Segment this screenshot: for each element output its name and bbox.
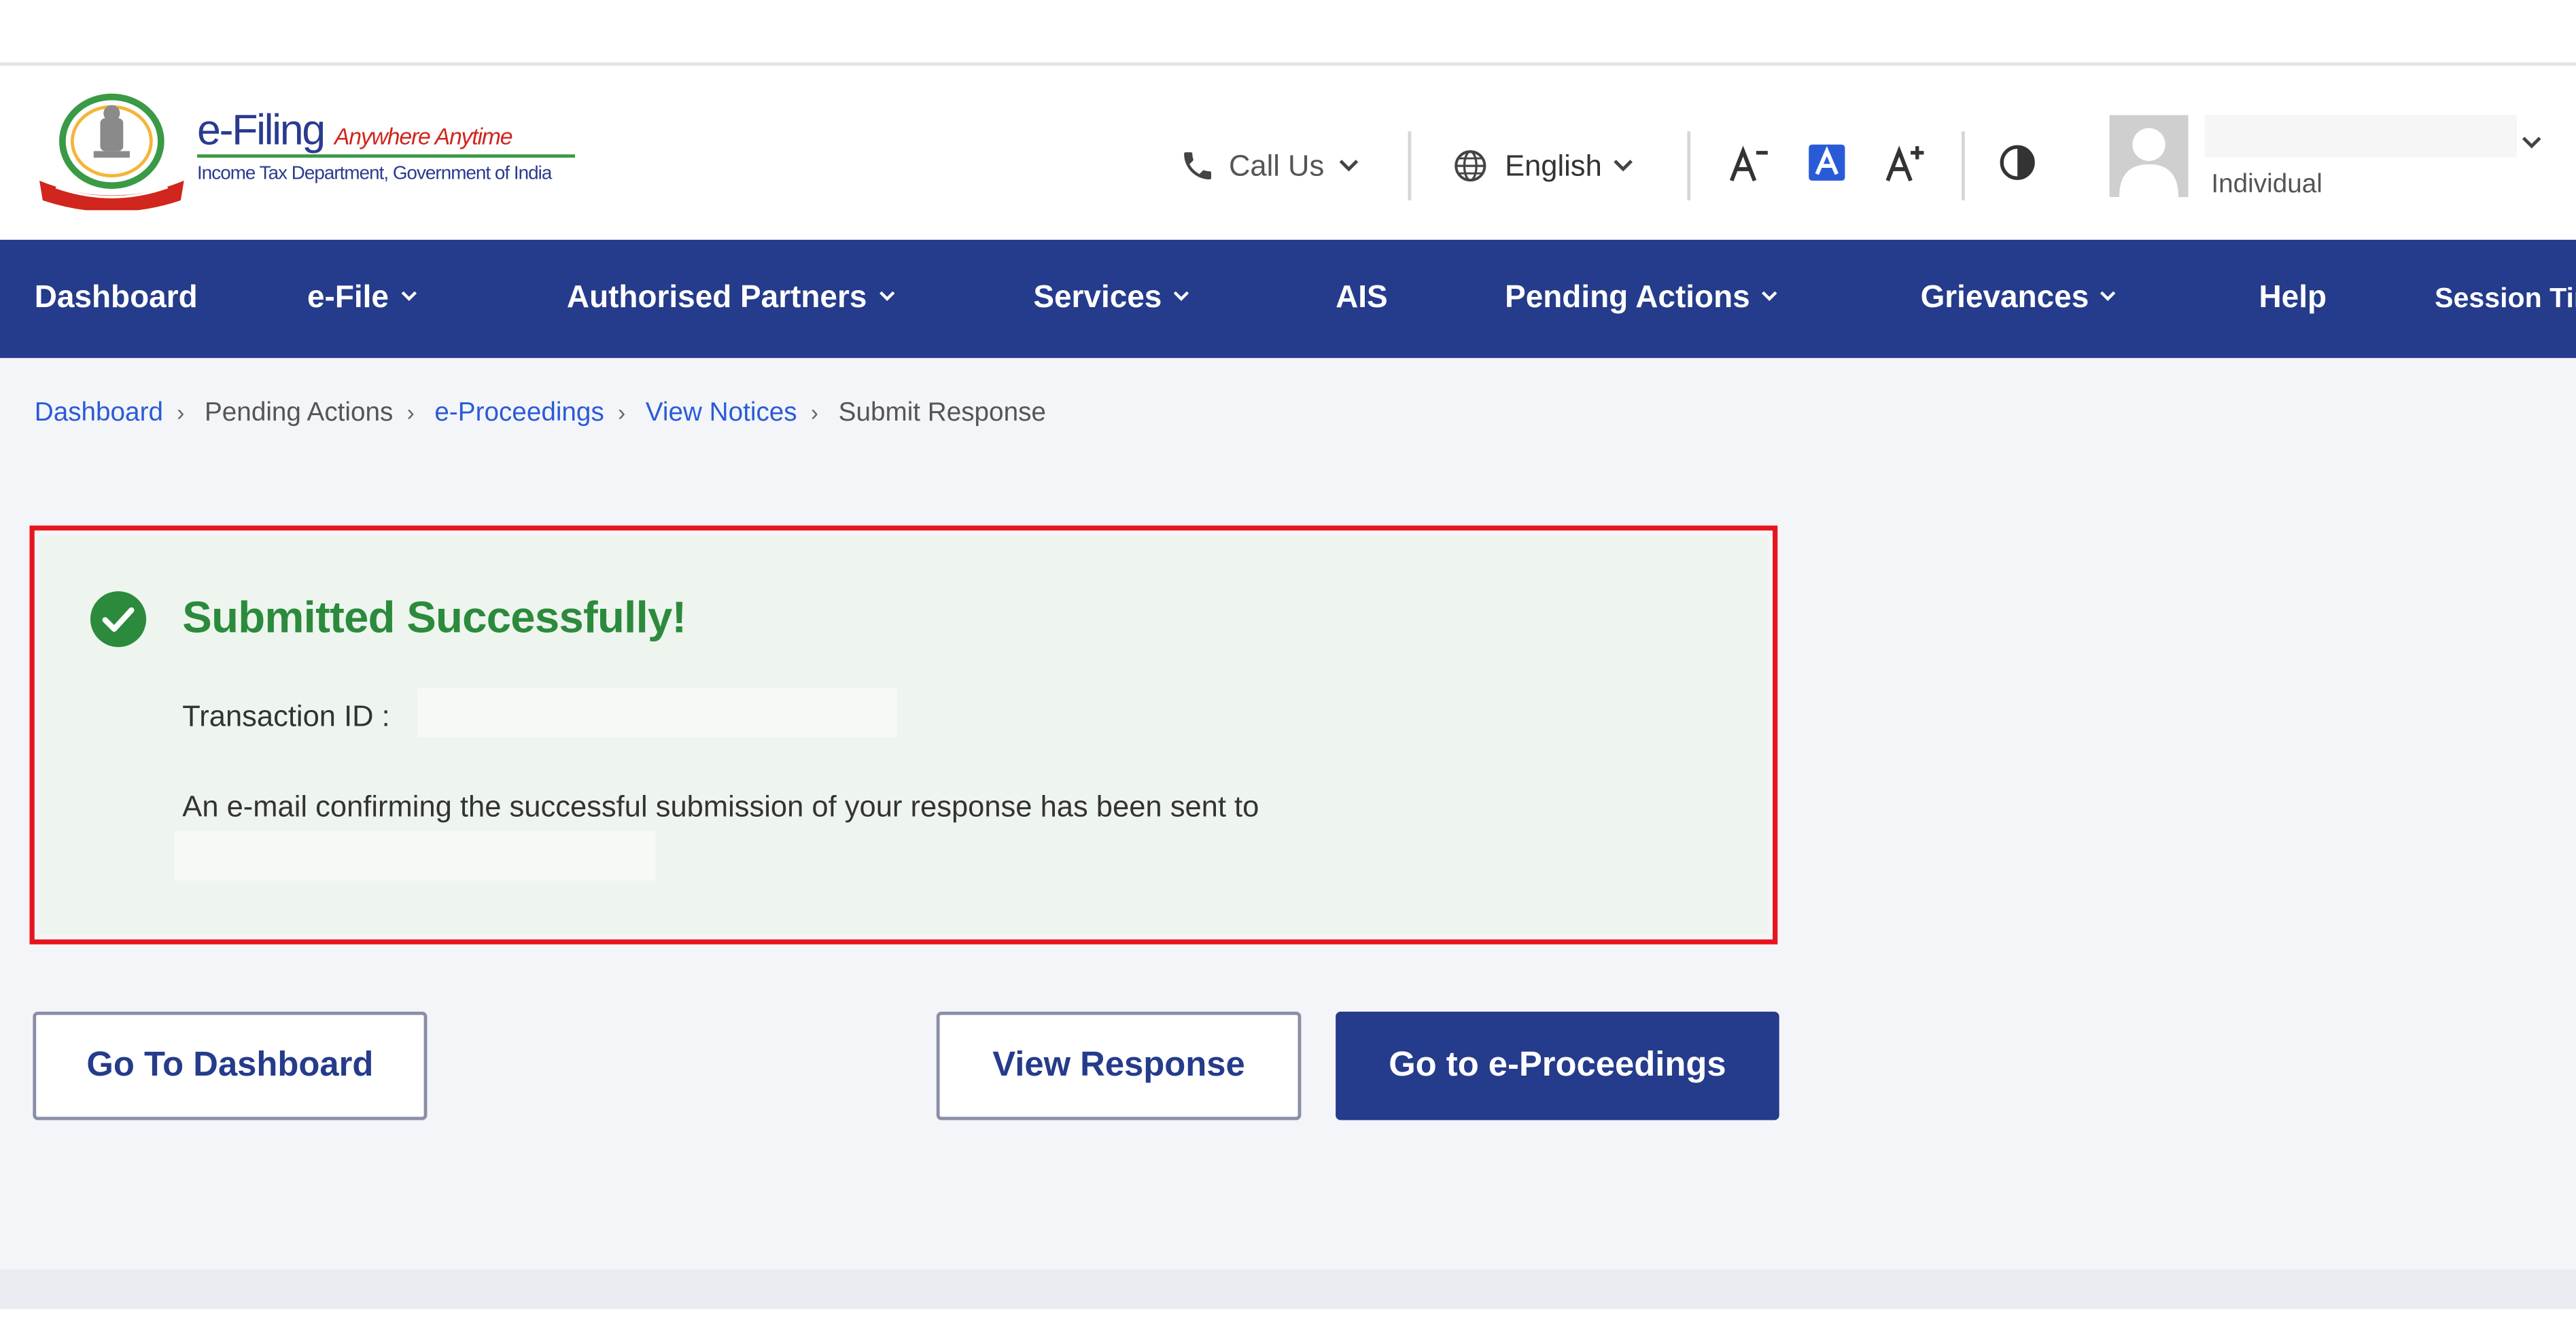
chevron-down-icon — [1614, 160, 1633, 172]
breadcrumb-separator: › — [170, 399, 198, 426]
breadcrumb-separator: › — [400, 399, 428, 426]
transaction-id-value-redacted — [417, 688, 897, 738]
view-response-button[interactable]: View Response — [936, 1011, 1302, 1120]
language-dropdown[interactable]: English — [1452, 141, 1635, 191]
nav-label: Session Tir — [2435, 282, 2576, 314]
user-name-redacted — [2204, 115, 2517, 158]
chevron-down-icon — [1174, 291, 1189, 302]
nav-label: Services — [1033, 281, 1162, 316]
breadcrumb-separator: › — [804, 399, 831, 426]
chevron-down-icon — [400, 291, 417, 302]
avatar-icon — [2109, 115, 2189, 198]
chevron-down-icon — [879, 291, 894, 302]
logo-tagline: Anywhere Anytime — [334, 123, 513, 149]
nav-services[interactable]: Services — [1033, 240, 1191, 358]
logo-underline — [197, 154, 575, 158]
default-font-icon[interactable] — [1809, 144, 1845, 181]
breadcrumb-view-notices[interactable]: View Notices — [646, 399, 797, 427]
go-to-e-proceedings-button[interactable]: Go to e-Proceedings — [1336, 1011, 1779, 1120]
header-separator — [1962, 131, 1965, 200]
breadcrumb-dashboard[interactable]: Dashboard — [35, 399, 163, 427]
nav-help[interactable]: Help — [2259, 240, 2327, 358]
breadcrumb-e-proceedings[interactable]: e-Proceedings — [434, 399, 604, 427]
call-us-dropdown[interactable]: Call Us — [1179, 141, 1360, 191]
nav-session-timer: Session Tir — [2435, 240, 2576, 358]
decrease-font-icon[interactable] — [1728, 145, 1771, 184]
contrast-icon[interactable] — [1998, 143, 2037, 182]
nav-pending-actions[interactable]: Pending Actions — [1505, 240, 1779, 358]
emblem-icon — [39, 93, 184, 211]
footer-strip — [0, 1269, 2576, 1309]
transaction-id-label: Transaction ID : — [182, 699, 390, 733]
increase-font-icon[interactable] — [1884, 143, 1927, 183]
success-title: Submitted Successfully! — [182, 593, 686, 643]
nav-label: e-File — [307, 281, 389, 316]
breadcrumb-pending-actions: Pending Actions — [205, 399, 394, 427]
header-separator — [1687, 131, 1691, 200]
efiling-logo[interactable]: e-Filing Anywhere Anytime Income Tax Dep… — [33, 92, 591, 211]
button-label: Go to e-Proceedings — [1389, 1046, 1726, 1084]
go-to-dashboard-button[interactable]: Go To Dashboard — [33, 1011, 428, 1120]
main-nav: Dashboard e-File Authorised Partners Ser… — [0, 239, 2576, 358]
font-a-icon — [1815, 146, 1839, 175]
nav-authorised-partners[interactable]: Authorised Partners — [567, 240, 897, 358]
breadcrumb-separator: › — [611, 399, 639, 426]
email-confirmation-message: An e-mail confirming the successful subm… — [182, 790, 1259, 823]
language-label: English — [1505, 148, 1602, 182]
button-label: Go To Dashboard — [86, 1046, 374, 1084]
nav-e-file[interactable]: e-File — [307, 240, 418, 358]
user-role: Individual — [2211, 171, 2322, 199]
nav-label: Grievances — [1920, 281, 2089, 316]
nav-label: Dashboard — [34, 281, 198, 316]
breadcrumb-submit-response: Submit Response — [838, 399, 1046, 427]
nav-label: Authorised Partners — [566, 281, 867, 316]
nav-label: AIS — [1336, 281, 1388, 316]
success-panel: Submitted Successfully! Transaction ID :… — [39, 535, 1768, 935]
check-circle-icon — [90, 591, 147, 648]
nav-ais[interactable]: AIS — [1336, 240, 1388, 358]
header-separator — [1408, 131, 1412, 200]
globe-icon — [1455, 150, 1486, 182]
button-label: View Response — [992, 1046, 1245, 1084]
chevron-down-icon — [1762, 291, 1777, 302]
chevron-down-icon — [2101, 291, 2117, 302]
site-header: e-Filing Anywhere Anytime Income Tax Dep… — [0, 65, 2576, 240]
breadcrumb: Dashboard › Pending Actions › e-Proceedi… — [35, 399, 1046, 429]
call-us-label: Call Us — [1228, 148, 1325, 182]
logo-subtitle: Income Tax Department, Government of Ind… — [197, 164, 552, 184]
chevron-down-icon — [2522, 137, 2541, 149]
email-address-redacted — [174, 831, 656, 881]
nav-dashboard[interactable]: Dashboard — [35, 240, 198, 358]
nav-label: Pending Actions — [1505, 281, 1750, 316]
nav-label: Help — [2259, 281, 2327, 316]
phone-icon — [1184, 152, 1212, 180]
logo-brand: e-Filing — [197, 105, 326, 155]
user-profile-dropdown[interactable]: Individual — [2109, 115, 2554, 207]
nav-grievances[interactable]: Grievances — [1921, 240, 2119, 358]
chevron-down-icon — [1339, 160, 1359, 172]
